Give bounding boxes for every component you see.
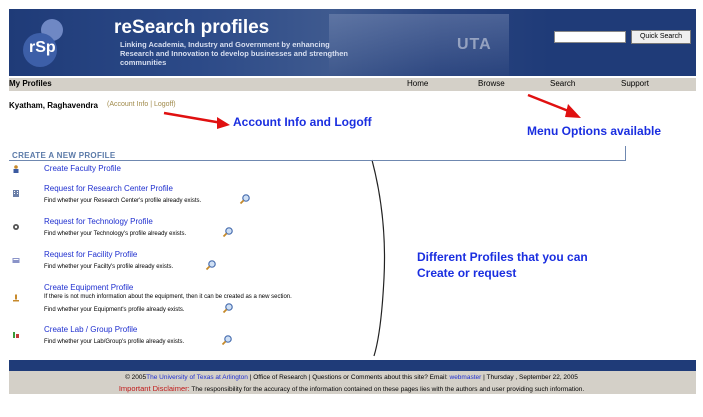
microscope-icon [13,294,19,302]
quick-search-input[interactable] [554,31,626,43]
disclaimer-label: Important Disclaimer: [118,384,190,393]
lab-group-note: Find whether your Lab/Group's profile al… [44,339,185,345]
person-icon [13,165,19,173]
magnifier-icon[interactable] [205,259,217,271]
my-profiles-label: My Profiles [9,79,52,88]
section-divider [9,160,626,161]
footer-date: | Thursday , September 22, 2005 [481,374,578,381]
site-title: reSearch profiles [114,17,270,38]
create-faculty-profile-link[interactable]: Create Faculty Profile [44,164,121,173]
section-divider-end [625,146,626,161]
research-center-note: Find whether your Research Center's prof… [44,198,202,204]
quick-search-button[interactable]: Quick Search [631,30,691,44]
nav-search[interactable]: Search [550,79,575,88]
disclaimer-text: The responsibility for the accuracy of t… [189,386,585,393]
create-lab-group-profile-link[interactable]: Create Lab / Group Profile [44,325,137,334]
gear-icon [13,224,19,230]
create-equipment-profile-link[interactable]: Create Equipment Profile [44,283,133,292]
facility-note: Find whether your Facilty's profile alre… [44,264,174,270]
annotation-profiles-1: Different Profiles that you can [417,250,588,264]
nav-support[interactable]: Support [621,79,649,88]
annotation-profiles-2: Create or request [417,266,517,280]
footer-bar [9,360,696,371]
facility-icon [12,258,20,263]
nav-home[interactable]: Home [407,79,428,88]
nav-bar: My Profiles Home Browse Search Support [9,78,696,91]
account-logoff-links[interactable]: (Account Info | Logoff) [107,101,176,108]
magnifier-icon[interactable] [222,226,234,238]
magnifier-icon[interactable] [221,334,233,346]
footer-info: © 2005The University of Texas at Arlingt… [0,374,703,381]
footer-disclaimer: Important Disclaimer: The responsibility… [0,384,703,393]
site-tagline: Linking Academia, Industry and Governmen… [120,40,348,67]
webmaster-link[interactable]: webmaster [450,374,482,381]
arrow-to-menu [527,93,581,118]
equipment-extra-note: If there is not much information about t… [44,294,292,300]
magnifier-icon[interactable] [222,302,234,314]
footer-mid-text: | Office of Research | Questions or Comm… [247,374,450,381]
technology-note: Find whether your Technology's profile a… [44,231,187,237]
copyright: © 2005 [125,374,147,381]
bracket-curve [371,159,386,357]
request-research-center-profile-link[interactable]: Request for Research Center Profile [44,184,173,193]
equipment-note: Find whether your Equipment's profile al… [44,307,185,313]
lab-icon [13,332,19,338]
university-link[interactable]: The University of Texas at Arlington [146,374,248,381]
arrow-to-account [163,111,230,129]
section-title: CREATE A NEW PROFILE [12,151,116,160]
nav-browse[interactable]: Browse [478,79,505,88]
uta-watermark: UTA [457,36,492,53]
page: rSp reSearch profiles Linking Academia, … [0,0,703,417]
rsp-logo[interactable]: rSp [23,19,75,67]
annotation-menu: Menu Options available [527,124,662,138]
logo-text: rSp [29,39,56,56]
building-icon [13,190,19,197]
user-name: Kyatham, Raghavendra [9,101,98,110]
request-facility-profile-link[interactable]: Request for Facility Profile [44,250,137,259]
annotation-account: Account Info and Logoff [233,115,372,129]
request-technology-profile-link[interactable]: Request for Technology Profile [44,217,153,226]
magnifier-icon[interactable] [239,193,251,205]
